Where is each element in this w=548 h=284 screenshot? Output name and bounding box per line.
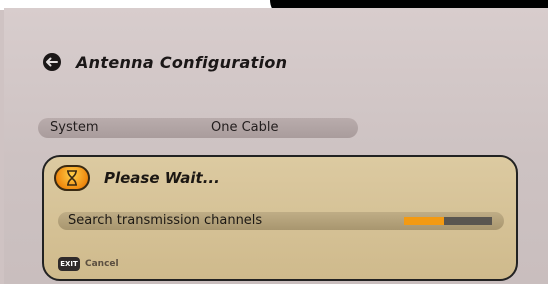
search-progress-fill <box>404 217 444 225</box>
system-setting-row[interactable]: System One Cable <box>38 118 358 138</box>
search-status-row: Search transmission channels <box>58 212 504 230</box>
cancel-action[interactable]: EXIT Cancel <box>58 257 119 271</box>
system-label: System <box>50 120 99 135</box>
please-wait-dialog: Please Wait... Search transmission chann… <box>42 155 518 281</box>
hourglass-badge <box>54 165 90 191</box>
back-arrow-icon <box>43 53 61 71</box>
exit-key-icon[interactable]: EXIT <box>58 257 80 271</box>
hourglass-icon <box>67 170 77 186</box>
tv-menu-screen: Antenna Configuration System One Cable P… <box>0 0 548 284</box>
cancel-label: Cancel <box>85 259 119 269</box>
search-progress-bar <box>404 217 492 225</box>
search-status-text: Search transmission channels <box>68 213 263 228</box>
dialog-title: Please Wait... <box>104 169 220 187</box>
system-value: One Cable <box>211 120 279 135</box>
page-title: Antenna Configuration <box>76 52 288 72</box>
page-header: Antenna Configuration <box>42 52 287 72</box>
